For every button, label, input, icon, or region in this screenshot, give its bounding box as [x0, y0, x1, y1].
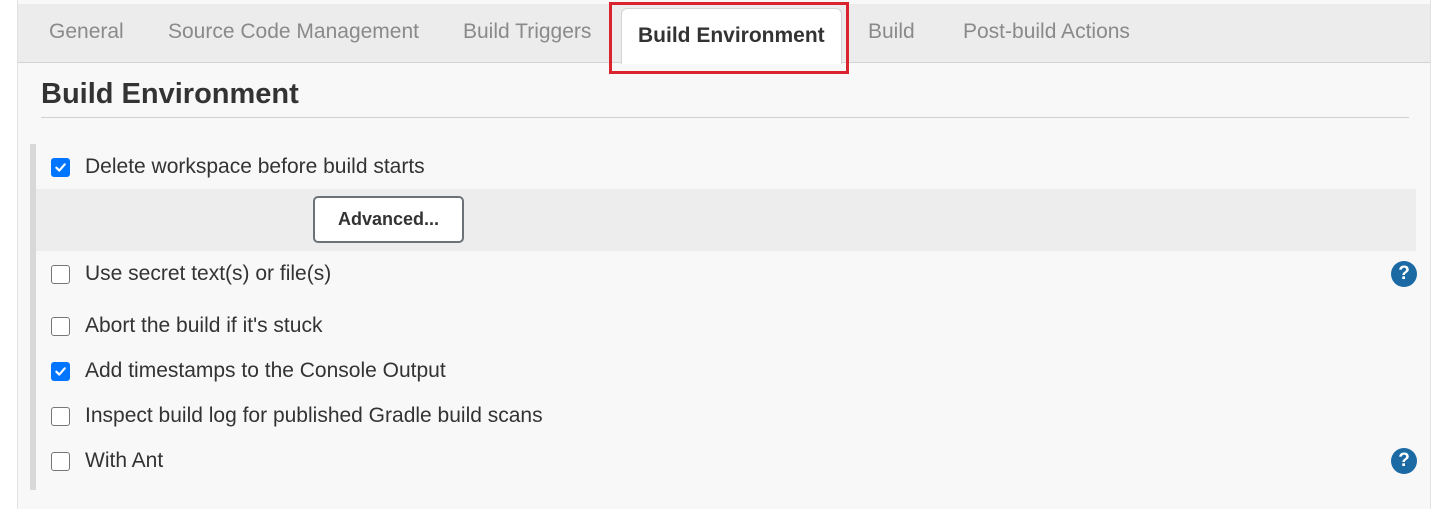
tab-general[interactable]: General — [49, 20, 124, 44]
option-gradle-scans: Inspect build log for published Gradle b… — [51, 402, 543, 430]
option-abort-stuck: Abort the build if it's stuck — [51, 312, 322, 340]
job-config-panel: General Source Code Management Build Tri… — [17, 0, 1431, 509]
help-icon[interactable]: ? — [1391, 261, 1417, 287]
delete-workspace-label: Delete workspace before build starts — [85, 155, 425, 178]
secret-text-checkbox[interactable] — [51, 264, 70, 284]
with-ant-checkbox[interactable] — [51, 451, 70, 471]
tab-build-environment[interactable]: Build Environment — [621, 8, 842, 64]
add-timestamps-label: Add timestamps to the Console Output — [85, 359, 446, 382]
gradle-scans-checkbox[interactable] — [51, 406, 70, 426]
option-add-timestamps: Add timestamps to the Console Output — [51, 357, 446, 385]
add-timestamps-checkbox[interactable] — [51, 361, 70, 381]
advanced-row: Advanced... — [36, 189, 1416, 251]
gradle-scans-label: Inspect build log for published Gradle b… — [85, 404, 543, 427]
abort-stuck-checkbox[interactable] — [51, 316, 70, 336]
checkmark-icon — [55, 162, 66, 172]
section-title: Build Environment — [41, 78, 299, 110]
option-secret-text: Use secret text(s) or file(s) — [51, 260, 331, 288]
secret-text-label: Use secret text(s) or file(s) — [85, 262, 332, 285]
advanced-button[interactable]: Advanced... — [313, 196, 464, 243]
tab-source-code-management[interactable]: Source Code Management — [168, 20, 419, 44]
tab-post-build-actions[interactable]: Post-build Actions — [963, 20, 1130, 44]
tab-build-triggers[interactable]: Build Triggers — [463, 20, 591, 44]
section-divider — [41, 117, 1409, 118]
checkmark-icon — [55, 366, 66, 376]
tab-build[interactable]: Build — [868, 20, 915, 44]
abort-stuck-label: Abort the build if it's stuck — [85, 314, 323, 337]
with-ant-label: With Ant — [85, 449, 164, 472]
help-icon[interactable]: ? — [1391, 448, 1417, 474]
option-with-ant: With Ant — [51, 447, 163, 475]
config-tab-bar: General Source Code Management Build Tri… — [18, 4, 1430, 64]
option-delete-workspace: Delete workspace before build starts — [51, 153, 425, 181]
delete-workspace-checkbox[interactable] — [51, 157, 70, 177]
